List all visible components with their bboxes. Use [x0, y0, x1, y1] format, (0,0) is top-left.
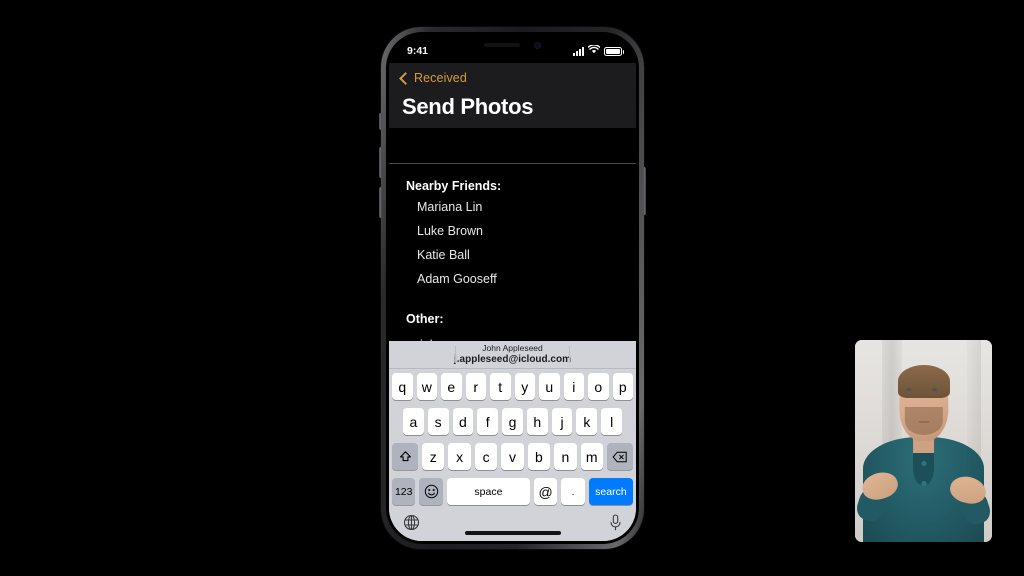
key-o[interactable]: o [588, 373, 609, 400]
key-v[interactable]: v [501, 443, 524, 470]
backspace-delete-icon[interactable] [606, 443, 633, 470]
key-f[interactable]: f [477, 408, 499, 435]
screenshot-stage: 9:41 Received Send Photos Nearby Friends… [0, 0, 1024, 576]
section-header-nearby: Nearby Friends: [406, 179, 502, 193]
key-u[interactable]: u [539, 373, 560, 400]
keyboard-row-3: z x c v b n m [389, 439, 636, 474]
silent-switch[interactable] [379, 113, 382, 130]
globe-keyboard-switch-icon[interactable] [403, 514, 420, 536]
key-w[interactable]: w [416, 373, 437, 400]
keyboard-row-2: a s d f g h j k l [389, 404, 636, 439]
notch [453, 35, 572, 58]
suggestion-contact-name: John Appleseed [482, 343, 543, 353]
space-key[interactable]: space [446, 478, 530, 505]
list-item[interactable]: Adam Gooseff [389, 267, 636, 291]
key-z[interactable]: z [422, 443, 445, 470]
presenter-mouth [918, 420, 929, 423]
key-q[interactable]: q [392, 373, 413, 400]
key-n[interactable]: n [554, 443, 577, 470]
key-i[interactable]: i [563, 373, 584, 400]
phone-screen: 9:41 Received Send Photos Nearby Friends… [389, 35, 636, 541]
keyboard-bottom-bar [389, 509, 636, 541]
emoji-smiley-icon[interactable] [419, 478, 443, 505]
microphone-dictation-icon[interactable] [609, 514, 622, 536]
presenter-video-inset [855, 340, 992, 542]
list-item[interactable]: Mariana Lin [389, 195, 636, 219]
device-bezel: 9:41 Received Send Photos Nearby Friends… [386, 32, 639, 544]
back-button-label: Received [414, 71, 467, 85]
numbers-key[interactable]: 123 [392, 478, 416, 505]
list-item[interactable]: Luke Brown [389, 219, 636, 243]
key-a[interactable]: a [402, 408, 424, 435]
key-r[interactable]: r [465, 373, 486, 400]
key-j[interactable]: j [551, 408, 573, 435]
presenter-hair [897, 365, 950, 398]
key-p[interactable]: p [612, 373, 633, 400]
volume-up-button[interactable] [379, 147, 382, 178]
key-l[interactable]: l [601, 408, 623, 435]
predictive-suggestion-bar[interactable]: John Appleseed j.appleseed@icloud.com [389, 341, 636, 369]
key-k[interactable]: k [576, 408, 598, 435]
keyboard-row-4: 123 space @ . search [389, 474, 636, 509]
keyboard-row-1: q w e r t y u i o p [389, 369, 636, 404]
key-y[interactable]: y [514, 373, 535, 400]
wifi-icon [587, 44, 601, 57]
key-x[interactable]: x [448, 443, 471, 470]
at-sign-key[interactable]: @ [533, 478, 558, 505]
back-button[interactable]: Received [389, 67, 636, 89]
key-b[interactable]: b [527, 443, 551, 470]
section-header-other: Other: [406, 312, 444, 326]
key-h[interactable]: h [526, 408, 548, 435]
navigation-bar: Received Send Photos [389, 63, 636, 128]
power-button[interactable] [643, 167, 646, 215]
earpiece-speaker-icon [484, 43, 520, 47]
key-c[interactable]: c [474, 443, 498, 470]
key-m[interactable]: m [580, 443, 603, 470]
key-g[interactable]: g [502, 408, 523, 435]
front-camera-icon [534, 41, 541, 49]
key-e[interactable]: e [441, 373, 462, 400]
home-indicator[interactable] [464, 531, 561, 535]
presenter-shirt-button [921, 481, 926, 487]
shift-up-icon[interactable] [392, 443, 419, 470]
presenter-shirt-button [921, 461, 926, 467]
key-s[interactable]: s [427, 408, 449, 435]
iphone-device-frame: 9:41 Received Send Photos Nearby Friends… [379, 27, 646, 549]
key-d[interactable]: d [452, 408, 474, 435]
period-key[interactable]: . [561, 478, 585, 505]
suggestion-contact-email: j.appleseed@icloud.com [453, 354, 571, 365]
status-bar-time: 9:41 [407, 45, 429, 57]
volume-down-button[interactable] [379, 187, 382, 218]
page-title: Send Photos [402, 94, 534, 119]
list-item[interactable]: Katie Ball [389, 243, 636, 267]
software-keyboard: John Appleseed j.appleseed@icloud.com q … [389, 341, 636, 541]
key-t[interactable]: t [490, 373, 511, 400]
signal-bars-icon [573, 46, 584, 56]
chevron-left-icon [399, 71, 412, 85]
battery-icon [604, 46, 624, 56]
status-bar-indicators [573, 44, 624, 57]
search-return-key[interactable]: search [588, 478, 634, 505]
